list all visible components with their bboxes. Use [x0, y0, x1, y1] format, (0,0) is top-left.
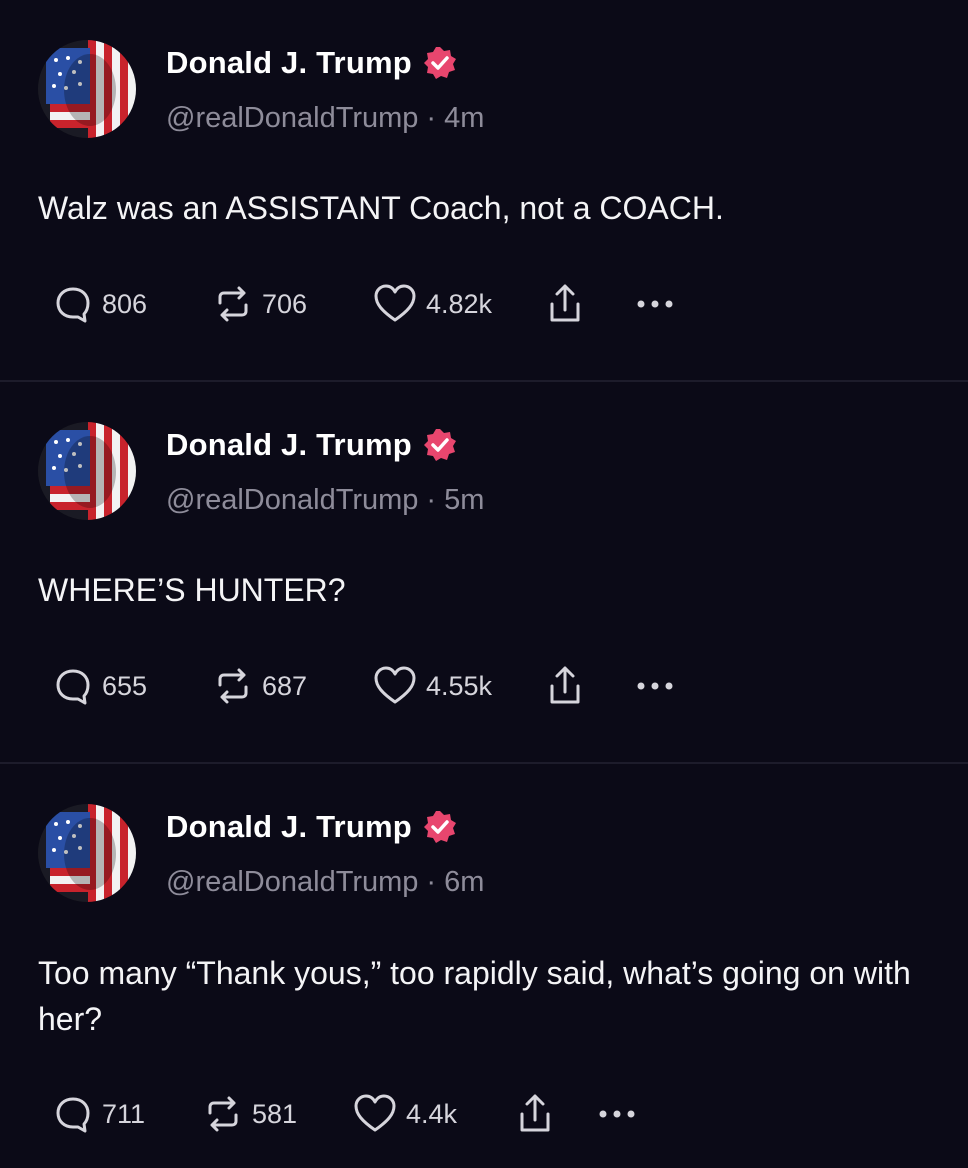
like-count: 4.4k [406, 1098, 458, 1129]
like-button[interactable]: 4.82k [372, 283, 547, 325]
verified-badge-icon [423, 429, 456, 461]
post-time[interactable]: 6m [444, 866, 484, 898]
author-name[interactable]: Donald J. Trump [166, 427, 412, 463]
reply-button[interactable]: 806 [52, 283, 212, 325]
more-button[interactable] [635, 680, 675, 692]
post-meta: @realDonaldTrump · 4m [166, 102, 485, 134]
post-time[interactable]: 4m [444, 102, 484, 134]
like-count: 4.82k [426, 288, 493, 319]
post-1[interactable]: Donald J. Trump @realDonaldTrump · 4m Walz… [0, 0, 968, 380]
reply-count: 655 [102, 670, 148, 701]
like-count: 4.55k [426, 670, 493, 701]
heart-icon [354, 1094, 396, 1132]
reply-icon [56, 287, 90, 323]
repost-icon [208, 1096, 238, 1132]
more-icon [637, 300, 673, 308]
author-handle[interactable]: @realDonaldTrump [166, 866, 418, 898]
heart-icon [374, 666, 416, 704]
author-handle[interactable]: @realDonaldTrump [166, 484, 418, 516]
action-bar: 655 687 4.55k [52, 664, 675, 708]
post-meta: @realDonaldTrump · 6m [166, 866, 485, 898]
author-handle[interactable]: @realDonaldTrump [166, 102, 418, 134]
repost-button[interactable]: 706 [212, 283, 372, 325]
repost-icon [218, 668, 248, 704]
author-row: Donald J. Trump [166, 45, 458, 81]
reply-icon [56, 1097, 90, 1133]
like-button[interactable]: 4.4k [352, 1093, 517, 1135]
verified-badge-icon [423, 811, 456, 843]
more-icon [637, 682, 673, 690]
share-button[interactable] [517, 1092, 597, 1136]
reply-button[interactable]: 711 [52, 1093, 202, 1135]
share-icon [520, 1094, 550, 1132]
author-row: Donald J. Trump [166, 809, 458, 845]
share-icon [550, 666, 580, 704]
author-name[interactable]: Donald J. Trump [166, 45, 412, 81]
post-text: WHERE’S HUNTER? [38, 572, 346, 608]
reply-count: 711 [102, 1098, 146, 1129]
share-button[interactable] [547, 664, 635, 708]
post-meta: @realDonaldTrump · 5m [166, 484, 485, 516]
action-bar: 711 581 4.4k [52, 1092, 637, 1136]
heart-icon [374, 284, 416, 322]
reply-count: 806 [102, 288, 148, 319]
more-button[interactable] [635, 298, 675, 310]
share-icon [550, 284, 580, 322]
verified-badge-icon [423, 47, 456, 79]
repost-count: 581 [252, 1098, 298, 1129]
feed: Donald J. Trump @realDonaldTrump · 4m Walz… [0, 0, 968, 1168]
avatar[interactable] [38, 804, 136, 902]
reply-button[interactable]: 655 [52, 665, 212, 707]
post-3[interactable]: Donald J. Trump @realDonaldTrump · 6m Too … [0, 764, 968, 1168]
author-name[interactable]: Donald J. Trump [166, 809, 412, 845]
post-text: Too many “Thank yous,” too rapidly said,… [38, 955, 911, 1037]
like-button[interactable]: 4.55k [372, 665, 547, 707]
post-2[interactable]: Donald J. Trump @realDonaldTrump · 5m WHER… [0, 382, 968, 762]
reply-icon [56, 669, 90, 705]
post-time[interactable]: 5m [444, 484, 484, 516]
repost-icon [218, 286, 248, 322]
repost-count: 687 [262, 670, 308, 701]
author-row: Donald J. Trump [166, 427, 458, 463]
repost-button[interactable]: 687 [212, 665, 372, 707]
action-bar: 806 706 4.82k [52, 282, 675, 326]
repost-count: 706 [262, 288, 308, 319]
avatar[interactable] [38, 422, 136, 520]
more-button[interactable] [597, 1108, 637, 1120]
post-text: Walz was an ASSISTANT Coach, not a COACH… [38, 190, 724, 226]
more-icon [599, 1110, 635, 1118]
share-button[interactable] [547, 282, 635, 326]
repost-button[interactable]: 581 [202, 1093, 352, 1135]
avatar[interactable] [38, 40, 136, 138]
